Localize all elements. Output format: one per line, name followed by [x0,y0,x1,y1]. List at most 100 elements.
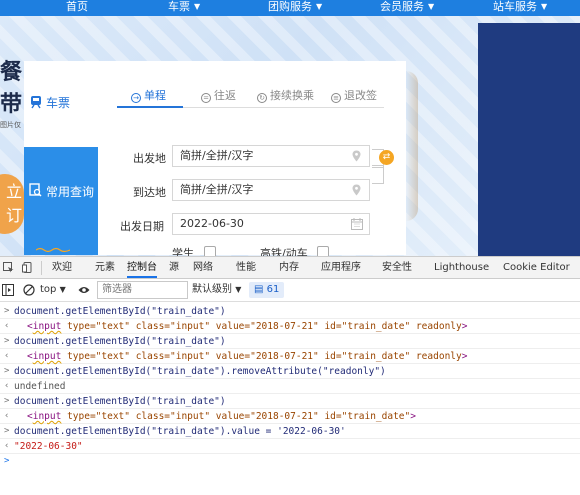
chevron-down-icon: ▼ [316,2,323,11]
tab-cookie-editor[interactable]: Cookie Editor [503,257,570,278]
console-text: document.getElementById("train_date") [14,396,226,407]
train-icon [31,96,41,109]
tab-performance[interactable]: 性能 [236,257,256,278]
console-text: document.getElementById("train_date") [14,336,226,347]
log-levels-dropdown[interactable]: 默认级别 ▼ [192,282,241,298]
sidebar-item-tickets[interactable]: 车票 [24,61,98,149]
wave-decoration [36,247,70,253]
tab-round-trip[interactable]: = 往返 [201,87,236,103]
nav-item-station[interactable]: 站车服务 ▼ [493,0,547,16]
round-trip-icon: = [201,93,211,103]
promo-banner-art: 餐 带 图片仅 [0,56,24,136]
from-label: 出发地 [133,152,166,165]
console-input-line: > document.getElementById("train_date") [0,304,580,319]
banner-char: 餐 [0,59,23,85]
tab-refund-change[interactable]: ≡ 退改签 [331,87,377,103]
tab-console[interactable]: 控制台 [127,257,157,278]
element-tag: input [32,411,62,422]
clear-console-icon[interactable] [23,284,35,296]
tab-transfer[interactable]: ↻ 接续换乘 [257,87,314,103]
tab-lighthouse[interactable]: Lighthouse [434,257,489,278]
highspeed-checkbox[interactable] [317,246,329,256]
tab-label: 欢迎 [52,262,72,273]
console-input-line: > document.getElementById("train_date") [0,394,580,409]
console-output: > document.getElementById("train_date") … [0,302,580,495]
banner-note: 图片仅 [0,121,21,129]
message-icon: ▤ [254,284,264,295]
result-icon: ‹ [4,441,10,451]
prompt-icon: > [4,336,10,346]
search-document-icon [29,183,42,197]
tab-label: 应用程序 [321,262,361,273]
element-tag: input [32,351,62,362]
date-input[interactable]: 2022-06-30 [172,213,370,235]
list-icon: ≡ [331,93,341,103]
tab-label: 往返 [214,89,236,102]
nav-item-label: 会员服务 [380,0,424,13]
date-label: 出发日期 [120,220,164,233]
divider [41,261,42,275]
location-pin-icon [352,184,361,196]
console-output-line: ‹ "2022-06-30" [0,439,580,454]
console-element-line[interactable]: ‹ <input type="text" class="input" value… [0,319,580,334]
sidebar-item-common-query[interactable]: 常用查询 [24,147,98,255]
sidebar-item-label: 车票 [46,96,71,110]
issues-badge[interactable]: ▤ 61 [249,282,285,298]
console-element-line[interactable]: ‹ <input type="text" class="input" value… [0,409,580,424]
tab-label: 性能 [236,262,256,273]
tab-label: 安全性 [382,262,412,273]
devtools-tabbar: 欢迎 元素 控制台 源 网络 性能 内存 应用程序 安全性 Lighthouse… [0,256,580,279]
to-label: 到达地 [133,186,166,199]
tab-one-way[interactable]: → 单程 [131,87,166,103]
console-prompt-input[interactable]: > [0,454,580,469]
console-element: <input type="text" class="input" value="… [27,411,416,422]
promo-panel [478,23,580,256]
tab-label: 控制台 [127,262,157,273]
to-input[interactable]: 简拼/全拼/汉字 [172,179,370,201]
eye-icon[interactable] [78,284,90,296]
chevron-down-icon: ▼ [428,2,435,11]
console-input-line: > document.getElementById("train_date") [0,334,580,349]
nav-item-tickets[interactable]: 车票 ▼ [168,0,200,16]
console-text: document.getElementById("train_date") [14,306,226,317]
chevron-down-icon: ▼ [194,2,201,11]
sidebar-toggle-icon[interactable] [2,284,14,296]
element-attrs: type="text" class="input" value="2018-07… [67,321,462,332]
nav-item-home[interactable]: 首页 [66,0,88,16]
tab-sources[interactable]: 源 [169,257,179,278]
console-element-line[interactable]: ‹ <input type="text" class="input" value… [0,349,580,364]
tab-welcome[interactable]: 欢迎 [52,257,72,278]
promo-order-button[interactable]: 立 订 [0,174,24,234]
highspeed-label: 高铁/动车 [260,247,308,256]
to-placeholder: 简拼/全拼/汉字 [180,183,254,196]
nav-item-label: 站车服务 [493,0,537,13]
tab-memory[interactable]: 内存 [279,257,299,278]
tab-elements[interactable]: 元素 [95,257,115,278]
console-output-line: ‹ undefined [0,379,580,394]
inspect-element-icon[interactable] [3,262,14,273]
tab-security[interactable]: 安全性 [382,257,412,278]
top-nav: 首页 车票 ▼ 团购服务 ▼ 会员服务 ▼ 站车服务 ▼ [0,0,580,16]
tab-label: 源 [169,262,179,273]
result-icon: ‹ [4,321,10,331]
filter-input[interactable]: 筛选器 [97,281,188,299]
element-attrs: type="text" class="input" value="2018-07… [67,351,462,362]
console-element: <input type="text" class="input" value="… [27,321,468,332]
nav-item-group[interactable]: 团购服务 ▼ [268,0,322,16]
swap-stations-button[interactable]: ⇄ [379,150,394,165]
device-toolbar-icon[interactable] [22,262,33,273]
calendar-icon [351,218,363,230]
location-pin-icon [352,150,361,162]
swap-bracket-bottom [372,165,384,184]
nav-item-member[interactable]: 会员服务 ▼ [380,0,434,16]
element-attrs: type="text" class="input" value="2018-07… [67,411,411,422]
tab-active-indicator [117,106,183,108]
tab-application[interactable]: 应用程序 [321,257,361,278]
prompt-icon: > [4,426,10,436]
tab-label: Lighthouse [434,262,490,273]
student-checkbox[interactable] [204,246,216,256]
tab-label: Cookie Editor [503,262,570,273]
context-selector[interactable]: top ▼ [40,282,66,298]
from-input[interactable]: 简拼/全拼/汉字 [172,145,370,167]
tab-network[interactable]: 网络 [193,257,213,278]
